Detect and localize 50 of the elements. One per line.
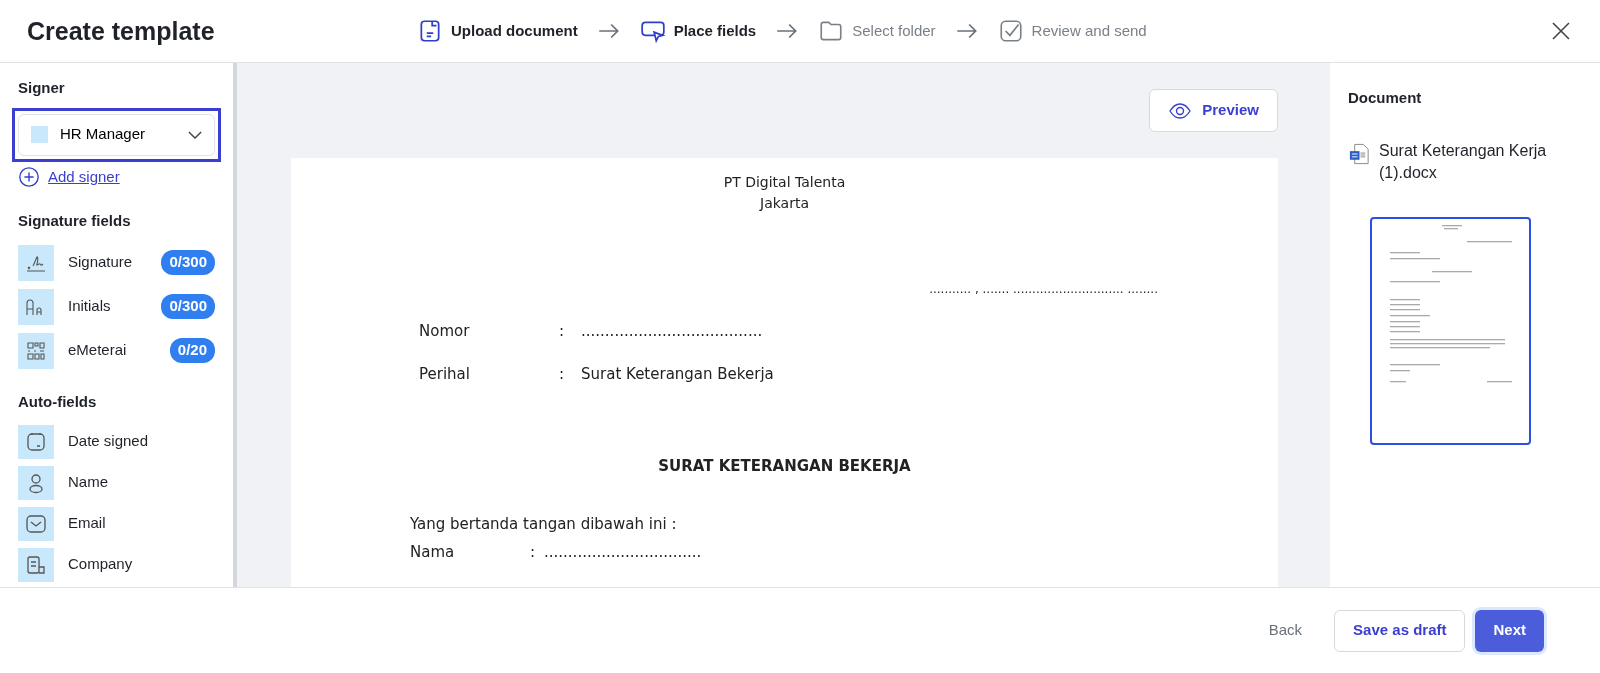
step-label[interactable]: Review and send [1031, 19, 1147, 43]
document-text: Yang bertanda tangan dibawah ini : [410, 513, 678, 535]
step-label[interactable]: Place fields [673, 19, 757, 43]
field-label: eMeterai [68, 340, 127, 361]
field-label: Initials [68, 296, 111, 317]
field-item[interactable]: Name [18, 462, 215, 503]
step-label[interactable]: Select folder [852, 19, 936, 43]
count-badge: 0/300 [161, 294, 215, 319]
field-item[interactable]: eMeterai 0/20 [18, 328, 215, 373]
document-value: ...................................... [581, 321, 763, 342]
field-item[interactable]: Date signed [18, 421, 215, 462]
save-draft-button[interactable]: Save as draft [1334, 609, 1466, 652]
document-text: PT Digital Talenta [722, 173, 847, 192]
document-label: Nama [410, 542, 456, 563]
field-label: Name [68, 472, 108, 493]
chevron-down-icon [188, 130, 202, 139]
document-value: ................................. [544, 542, 702, 563]
preview-button[interactable]: Preview [1149, 89, 1278, 132]
field-label: Signature [68, 252, 133, 273]
document-text: Jakarta [758, 194, 810, 213]
field-item[interactable]: Signature 0/300 [18, 240, 215, 285]
add-signer-link[interactable]: Add signer [48, 165, 120, 188]
field-label: Date signed [68, 431, 149, 452]
document-label: Perihal [419, 363, 471, 385]
section-heading: Signature fields [18, 211, 132, 231]
plus-circle-icon [18, 165, 40, 188]
document-label: Nomor [419, 321, 471, 342]
document-text: : [530, 542, 537, 563]
document-thumbnail[interactable] [1370, 217, 1531, 446]
document-text: : [559, 321, 566, 342]
document-text: : [559, 363, 566, 385]
signer-dropdown[interactable]: HR Manager [18, 113, 215, 156]
section-heading: Auto-fields [18, 391, 98, 412]
back-button[interactable]: Back [1262, 618, 1309, 643]
field-item[interactable]: Company [18, 544, 215, 585]
field-label: Email [68, 513, 106, 534]
next-button[interactable]: Next [1475, 609, 1544, 652]
section-heading: Document [1348, 88, 1423, 108]
step-label[interactable]: Upload document [451, 19, 578, 43]
page-title: Create template [27, 16, 216, 46]
field-item[interactable]: Initials 0/300 [18, 284, 215, 329]
field-item[interactable]: Email [18, 503, 215, 544]
document-text: ........... , ....... ............................. ........ [928, 281, 1158, 298]
count-badge: 0/300 [161, 250, 215, 275]
document-heading: SURAT KETERANGAN BEKERJA [657, 456, 912, 477]
document-value: Surat Keterangan Bekerja [581, 363, 774, 385]
count-badge: 0/20 [169, 338, 215, 363]
section-heading: Signer [18, 78, 66, 98]
field-label: Company [68, 554, 133, 575]
file-name[interactable]: Surat Keterangan Kerja (1).docx [1379, 139, 1582, 185]
